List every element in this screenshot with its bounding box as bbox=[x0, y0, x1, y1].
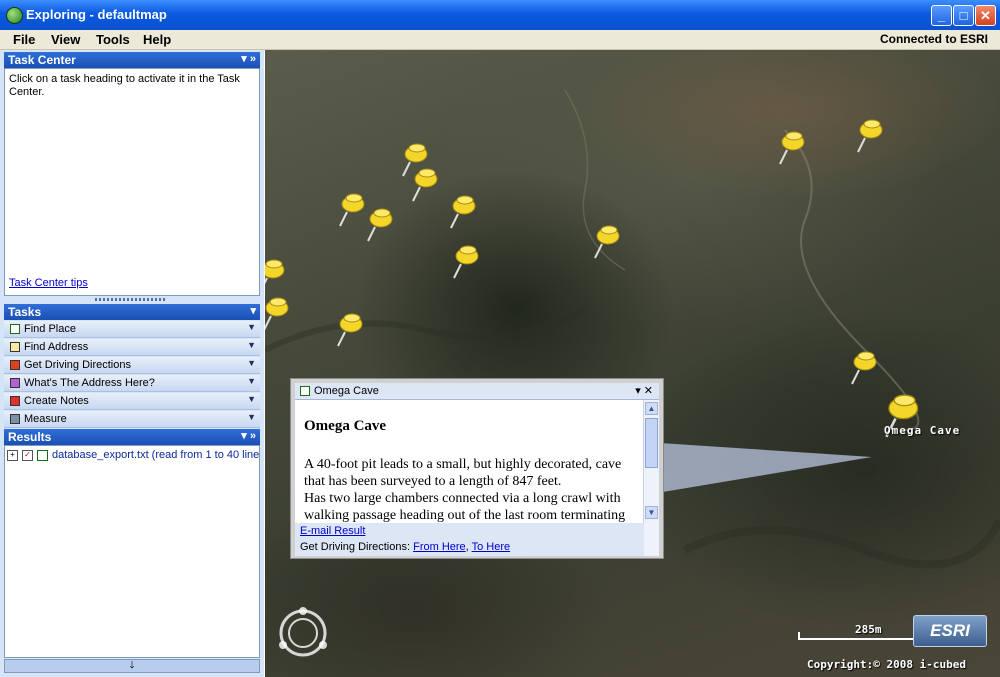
popup-body: Omega Cave A 40-foot pit leads to a smal… bbox=[295, 400, 659, 523]
link-separator: , bbox=[465, 541, 469, 553]
results-header[interactable]: Results ▾ » bbox=[4, 429, 260, 445]
task-center-body: Click on a task heading to activate it i… bbox=[4, 68, 260, 296]
checkbox-icon[interactable]: ✓ bbox=[22, 449, 33, 461]
map-view[interactable]: Omega Cave 285m ESRI Copyright:© 2008 i-… bbox=[265, 50, 1000, 677]
tasks-header[interactable]: Tasks ▾ bbox=[4, 304, 260, 320]
map-pin-icon[interactable] bbox=[777, 128, 807, 168]
popup-footer: E-mail Result Get Driving Directions: Fr… bbox=[295, 523, 659, 556]
info-popup: Omega Cave ▾ ✕ Omega Cave A 40-foot pit … bbox=[290, 378, 664, 559]
popup-scrollbar[interactable]: ▲ ▼ bbox=[643, 400, 659, 523]
connection-status: Connected to ESRI bbox=[879, 32, 988, 46]
menu-file[interactable]: File bbox=[13, 32, 35, 47]
map-pin-icon[interactable] bbox=[335, 310, 365, 350]
task-center-description: Click on a task heading to activate it i… bbox=[9, 73, 240, 98]
popup-header-title: Omega Cave bbox=[314, 385, 379, 397]
terrain-texture bbox=[265, 89, 1000, 569]
to-here-link[interactable]: To Here bbox=[472, 541, 511, 553]
map-pin-icon[interactable] bbox=[855, 116, 885, 156]
scroll-down-icon[interactable]: ▼ bbox=[645, 506, 658, 519]
map-pin-icon[interactable] bbox=[410, 165, 440, 205]
tasks-title: Tasks bbox=[8, 305, 42, 319]
directions-icon bbox=[10, 360, 20, 370]
task-label: Find Place bbox=[24, 323, 76, 335]
popup-text-line1: A 40-foot pit leads to a small, but high… bbox=[304, 457, 622, 489]
task-create-notes[interactable]: Create Notes ▼ bbox=[4, 393, 260, 410]
ruler-icon bbox=[10, 414, 20, 424]
task-center-tips-link[interactable]: Task Center tips bbox=[9, 277, 88, 289]
scroll-thumb[interactable] bbox=[645, 418, 658, 468]
results-list: + ✓ database_export.txt (read from 1 to 40… bbox=[4, 445, 260, 658]
panel-splitter-grip[interactable] bbox=[95, 298, 167, 301]
esri-logo: ESRI bbox=[913, 615, 987, 647]
map-pin-icon[interactable] bbox=[265, 256, 287, 296]
task-label: Measure bbox=[24, 413, 67, 425]
maximize-button[interactable]: □ bbox=[953, 5, 974, 26]
task-label: Get Driving Directions bbox=[24, 359, 131, 371]
popup-description: A 40-foot pit leads to a small, but high… bbox=[304, 456, 634, 523]
popup-controls[interactable]: ▾ ✕ bbox=[635, 384, 653, 397]
popup-header: Omega Cave ▾ ✕ bbox=[295, 383, 659, 400]
place-label[interactable]: Omega Cave bbox=[884, 424, 960, 437]
task-label: Find Address bbox=[24, 341, 89, 353]
task-whats-the-address-here[interactable]: What's The Address Here? ▼ bbox=[4, 375, 260, 392]
task-measure[interactable]: Measure ▼ bbox=[4, 411, 260, 428]
app-globe-icon bbox=[6, 7, 23, 24]
panel-collapse-icon[interactable]: ▾ » bbox=[241, 429, 256, 442]
map-pin-icon[interactable] bbox=[592, 222, 622, 262]
from-here-link[interactable]: From Here bbox=[413, 541, 466, 553]
task-get-driving-directions[interactable]: Get Driving Directions ▼ bbox=[4, 357, 260, 374]
panel-collapse-icon[interactable]: ▾ » bbox=[241, 52, 256, 65]
navigation-compass-icon[interactable] bbox=[275, 605, 335, 665]
chevron-down-icon: ▼ bbox=[247, 358, 256, 368]
flag-icon bbox=[300, 386, 310, 396]
arrow-down-icon[interactable]: 🡓 bbox=[129, 660, 134, 671]
scale-label: 285m bbox=[855, 623, 882, 636]
email-result-link[interactable]: E-mail Result bbox=[300, 525, 365, 537]
chevron-down-icon: ▼ bbox=[247, 394, 256, 404]
map-pin-icon[interactable] bbox=[265, 294, 291, 334]
driving-directions-label: Get Driving Directions: bbox=[300, 541, 411, 553]
panel-collapse-icon[interactable]: ▾ bbox=[250, 304, 256, 317]
task-label: What's The Address Here? bbox=[24, 377, 155, 389]
popup-title: Omega Cave bbox=[304, 418, 387, 434]
map-pin-icon[interactable] bbox=[365, 205, 395, 245]
task-center-header[interactable]: Task Center ▾ » bbox=[4, 52, 260, 68]
chevron-down-icon: ▼ bbox=[247, 412, 256, 422]
logo-text: ESRI bbox=[930, 621, 970, 640]
notes-icon bbox=[10, 396, 20, 406]
task-find-place[interactable]: Find Place ▼ bbox=[4, 321, 260, 338]
driving-directions-row: Get Driving Directions: From Here, To He… bbox=[300, 541, 510, 553]
map-pin-icon[interactable] bbox=[849, 348, 879, 388]
chevron-down-icon: ▼ bbox=[247, 322, 256, 332]
house-icon bbox=[10, 342, 20, 352]
panel-bottom-bar[interactable]: 🡓 bbox=[4, 659, 260, 673]
menu-help[interactable]: Help bbox=[143, 32, 171, 47]
chevron-down-icon: ▼ bbox=[247, 376, 256, 386]
copyright-text: Copyright:© 2008 i-cubed bbox=[807, 658, 966, 671]
flag-icon bbox=[10, 324, 20, 334]
result-label: database_export.txt (read from 1 to 40 l… bbox=[52, 449, 260, 461]
map-pin-icon[interactable] bbox=[337, 190, 367, 230]
popup-text-line2: Has two large chambers connected via a l… bbox=[304, 491, 626, 523]
expand-icon[interactable]: + bbox=[7, 449, 18, 461]
flag-icon bbox=[37, 449, 48, 461]
menu-bar: File View Tools Help Connected to ESRI bbox=[0, 30, 1000, 50]
close-button[interactable]: ✕ bbox=[975, 5, 996, 26]
window-titlebar: Exploring - defaultmap _ □ ✕ bbox=[0, 0, 1000, 30]
list-item[interactable]: + ✓ database_export.txt (read from 1 to 40… bbox=[7, 449, 260, 461]
task-label: Create Notes bbox=[24, 395, 89, 407]
task-center-title: Task Center bbox=[8, 53, 76, 67]
chevron-down-icon: ▼ bbox=[247, 340, 256, 350]
menu-view[interactable]: View bbox=[51, 32, 80, 47]
task-find-address[interactable]: Find Address ▼ bbox=[4, 339, 260, 356]
map-pin-icon[interactable] bbox=[451, 242, 481, 282]
results-title: Results bbox=[8, 430, 52, 444]
footer-scrollbar[interactable] bbox=[644, 523, 659, 556]
minimize-button[interactable]: _ bbox=[931, 5, 952, 26]
menu-tools[interactable]: Tools bbox=[96, 32, 130, 47]
address-icon bbox=[10, 378, 20, 388]
window-title: Exploring - defaultmap bbox=[26, 7, 167, 22]
map-pin-icon[interactable] bbox=[448, 192, 478, 232]
scroll-up-icon[interactable]: ▲ bbox=[645, 402, 658, 415]
